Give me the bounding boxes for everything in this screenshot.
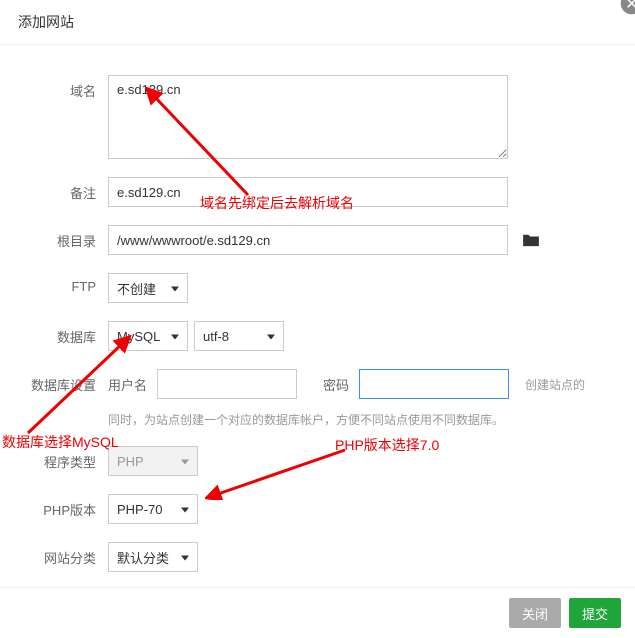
cancel-button[interactable]: 关闭 xyxy=(509,598,561,628)
dbuser-label: 用户名 xyxy=(108,375,147,394)
dbpw-label: 密码 xyxy=(323,375,349,394)
program-select: PHP xyxy=(108,446,198,476)
category-label: 网站分类 xyxy=(18,542,108,567)
folder-icon[interactable] xyxy=(522,233,540,247)
domain-input[interactable]: e.sd129.cn xyxy=(108,75,508,159)
footer: 关闭 提交 xyxy=(0,587,635,638)
db-helper-text: 同时，为站点创建一个对应的数据库帐户，方便不同站点使用不同数据库。 xyxy=(108,411,617,428)
phpver-select[interactable]: PHP-70 xyxy=(108,494,198,524)
db-charset-select[interactable]: utf-8 xyxy=(194,321,284,351)
create-hint: 创建站点的 xyxy=(525,376,585,393)
form: 域名 e.sd129.cn 备注 根目录 FTP 不创建 数据库 MySQL u… xyxy=(0,45,635,600)
program-label: 程序类型 xyxy=(18,446,108,471)
domain-label: 域名 xyxy=(18,75,108,100)
root-input[interactable] xyxy=(108,225,508,255)
remark-label: 备注 xyxy=(18,177,108,202)
ftp-select[interactable]: 不创建 xyxy=(108,273,188,303)
root-label: 根目录 xyxy=(18,225,108,250)
dbset-label: 数据库设置 xyxy=(18,369,108,394)
dbpw-input[interactable] xyxy=(359,369,509,399)
db-label: 数据库 xyxy=(18,321,108,346)
phpver-label: PHP版本 xyxy=(18,494,108,519)
db-engine-select[interactable]: MySQL xyxy=(108,321,188,351)
remark-input[interactable] xyxy=(108,177,508,207)
category-select[interactable]: 默认分类 xyxy=(108,542,198,572)
ftp-label: FTP xyxy=(18,273,108,294)
dialog-title: 添加网站 xyxy=(0,0,635,45)
dbuser-input[interactable] xyxy=(157,369,297,399)
submit-button[interactable]: 提交 xyxy=(569,598,621,628)
